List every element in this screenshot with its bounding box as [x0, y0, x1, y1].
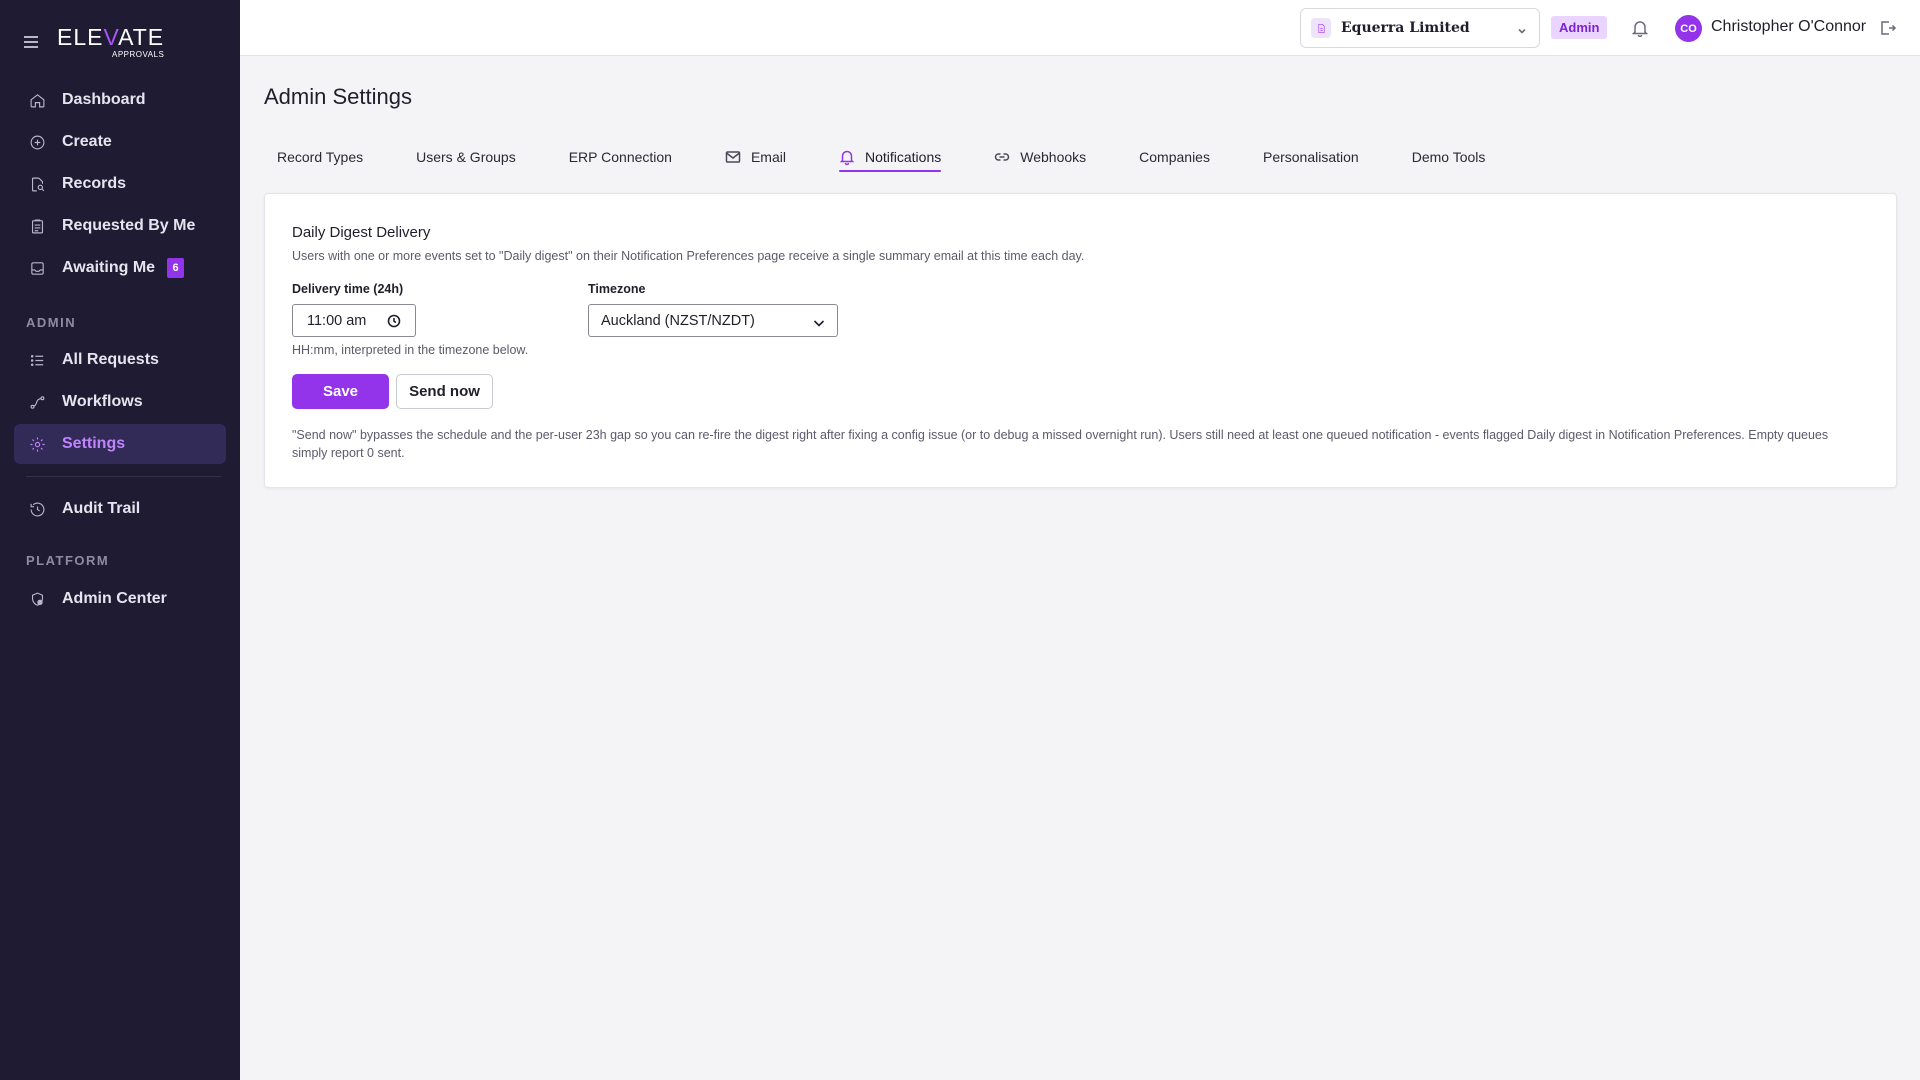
clock-icon[interactable] — [387, 314, 401, 328]
save-button[interactable]: Save — [292, 374, 389, 409]
logout-icon[interactable] — [1879, 19, 1897, 37]
sidebar-item-all-requests[interactable]: All Requests — [14, 340, 226, 380]
delivery-time-hint: HH:mm, interpreted in the timezone below… — [292, 343, 529, 357]
menu-toggle-icon[interactable] — [24, 36, 38, 48]
tab-notifications[interactable]: Notifications — [826, 146, 955, 172]
tab-demo-tools[interactable]: Demo Tools — [1399, 146, 1500, 168]
company-name: Equerra Limited — [1341, 20, 1470, 36]
sidebar-item-requested-by-me[interactable]: Requested By Me — [14, 206, 226, 246]
sidebar-item-create[interactable]: Create — [14, 122, 226, 162]
sidebar-divider — [26, 476, 221, 477]
admin-section-label: ADMIN — [26, 315, 77, 330]
sidebar-main-nav: Dashboard Create Records Requested By Me… — [14, 80, 226, 288]
tab-companies[interactable]: Companies — [1126, 146, 1224, 168]
inbox-icon — [28, 259, 46, 277]
delivery-time-value: 11:00 am — [307, 312, 367, 329]
sidebar: ELEVATE APPROVALS Dashboard Create Recor… — [0, 0, 240, 1080]
sidebar-item-admin-center[interactable]: Admin Center — [14, 579, 226, 619]
sidebar-item-awaiting-me[interactable]: Awaiting Me 6 — [14, 248, 226, 288]
tab-erp-connection[interactable]: ERP Connection — [556, 146, 686, 168]
workflow-icon — [28, 393, 46, 411]
delivery-time-label: Delivery time (24h) — [292, 282, 404, 296]
notifications-bell-icon[interactable] — [1631, 19, 1649, 38]
sidebar-item-records[interactable]: Records — [14, 164, 226, 204]
gear-icon — [28, 435, 46, 453]
top-bar: Equerra Limited Admin CO Christopher O'C… — [240, 0, 1920, 56]
card-description: Users with one or more events set to "Da… — [292, 249, 1085, 263]
home-icon — [28, 91, 46, 109]
history-icon — [28, 500, 46, 518]
delivery-time-input[interactable]: 11:00 am — [292, 304, 416, 337]
user-name[interactable]: Christopher O'Connor — [1711, 18, 1866, 36]
sidebar-item-audit-trail[interactable]: Audit Trail — [14, 489, 226, 529]
sidebar-admin-nav: All Requests Workflows Settings — [14, 340, 226, 464]
settings-tabs: Record Types Users & Groups ERP Connecti… — [264, 146, 1525, 176]
chevron-down-icon — [813, 316, 825, 327]
tab-personalisation[interactable]: Personalisation — [1250, 146, 1373, 168]
send-now-note: "Send now" bypasses the schedule and the… — [292, 428, 1829, 460]
card-title: Daily Digest Delivery — [292, 224, 431, 241]
chevron-down-icon — [1517, 23, 1527, 34]
page-title: Admin Settings — [264, 84, 412, 109]
awaiting-count-badge: 6 — [167, 258, 185, 278]
platform-section-label: PLATFORM — [26, 553, 110, 568]
sidebar-platform-nav: Admin Center — [14, 579, 226, 619]
sidebar-item-settings[interactable]: Settings — [14, 424, 226, 464]
company-selector[interactable]: Equerra Limited — [1300, 8, 1540, 48]
send-now-button[interactable]: Send now — [396, 374, 493, 409]
shield-settings-icon — [28, 590, 46, 608]
timezone-label: Timezone — [588, 282, 646, 296]
plus-circle-icon — [28, 133, 46, 151]
document-search-icon — [28, 175, 46, 193]
app-logo[interactable]: ELEVATE APPROVALS — [57, 26, 177, 60]
sidebar-item-workflows[interactable]: Workflows — [14, 382, 226, 422]
sidebar-item-dashboard[interactable]: Dashboard — [14, 80, 226, 120]
mail-icon — [725, 149, 741, 165]
tab-email[interactable]: Email — [712, 146, 800, 168]
tab-users-groups[interactable]: Users & Groups — [403, 146, 530, 168]
daily-digest-card: Daily Digest Delivery Users with one or … — [264, 193, 1897, 488]
avatar[interactable]: CO — [1675, 15, 1702, 42]
link-icon — [994, 149, 1010, 165]
tab-record-types[interactable]: Record Types — [264, 146, 377, 168]
role-badge: Admin — [1551, 16, 1608, 39]
list-icon — [28, 351, 46, 369]
company-document-icon — [1311, 18, 1331, 38]
timezone-value: Auckland (NZST/NZDT) — [601, 312, 755, 329]
tab-webhooks[interactable]: Webhooks — [981, 146, 1100, 168]
sidebar-audit-nav: Audit Trail — [14, 489, 226, 529]
timezone-select[interactable]: Auckland (NZST/NZDT) — [588, 304, 838, 337]
clipboard-icon — [28, 217, 46, 235]
bell-icon — [839, 149, 855, 165]
